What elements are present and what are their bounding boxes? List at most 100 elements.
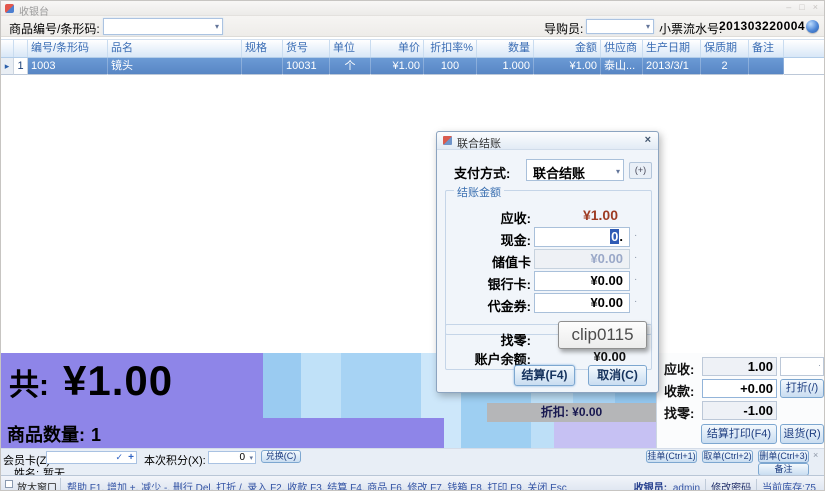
dropdown-icon[interactable]: ▾ [646,22,650,31]
discount-label: 折扣: [541,405,569,419]
header-spec[interactable]: 规格 [242,40,283,57]
bg-purple-strip [263,418,444,448]
header-rownum-col [14,40,28,57]
cell-supplier[interactable]: 泰山... [601,58,643,75]
cell-itemno[interactable]: 10031 [283,58,330,75]
barcode-label: 商品编号/条形码: [9,20,100,37]
header-price[interactable]: 单价 [371,40,424,57]
header-unit[interactable]: 单位 [330,40,371,57]
header-itemno[interactable]: 货号 [283,40,330,57]
check-icon[interactable]: ✓ [115,452,123,463]
cell-unit[interactable]: 个 [330,58,371,75]
receipt-label: 小票流水号: [659,20,722,37]
dropdown-icon[interactable]: ▾ [215,22,219,31]
header-name[interactable]: 品名 [108,40,242,57]
header-supplier[interactable]: 供应商 [601,40,643,57]
exchange-button[interactable]: 兑换(C) [261,450,301,463]
window-controls: – □ × [786,2,818,12]
cash-input[interactable]: 0. [534,227,630,247]
dialog-settle-button[interactable]: 结算(F4) [514,365,575,386]
cash-suffix-text: . [619,229,623,244]
cell-name[interactable]: 镜头 [108,58,242,75]
dialog-cancel-button[interactable]: 取消(C) [588,365,647,386]
cell-spec[interactable] [242,58,283,75]
cashier-label: 收银员: [634,483,667,491]
dropdown-dot-icon[interactable]: · [634,274,637,285]
dropdown-dot-icon[interactable]: · [634,230,637,241]
delete-order-button[interactable]: 删单(Ctrl+3) [758,450,809,463]
table-row[interactable]: ▸ 1 1003 镜头 10031 个 ¥1.00 100 1.000 ¥1.0… [1,58,825,75]
discount-button[interactable]: 打折(/) [780,379,824,398]
maximize-icon[interactable]: □ [799,2,804,12]
received-field[interactable]: +0.00 [702,379,777,398]
receivable-label: 应收: [664,359,694,378]
receivable-field[interactable]: 1.00 [702,357,777,376]
status-sphere-icon[interactable] [806,20,819,33]
tooltip-clip: clip0115 [558,321,647,349]
stored-card-label: 储值卡 [446,252,531,271]
dialog-close-icon[interactable]: × [645,134,651,146]
change-label: 找零: [664,403,694,422]
change-password-link[interactable]: 修改密码 [705,479,756,491]
header-marker-col [1,40,14,57]
cell-prod-date[interactable]: 2013/3/1 [643,58,701,75]
status-right-group: 收银员: admin 修改密码 当前库存:75 [629,479,821,491]
voucher-input[interactable]: ¥0.00 [534,293,630,313]
return-button[interactable]: 退货(R) [780,424,824,444]
zoom-window-checkbox[interactable] [5,480,13,488]
header-code[interactable]: 编号/条形码 [28,40,108,57]
bank-card-label: 银行卡: [446,274,531,293]
dropdown-icon[interactable]: ▾ [249,453,253,464]
dialog-title: 联合结账 [457,135,501,151]
row-number: 1 [14,58,28,75]
cell-price[interactable]: ¥1.00 [371,58,424,75]
retrieve-order-button[interactable]: 取单(Ctrl+2) [702,450,753,463]
cashier-segment: 收银员: admin [629,479,705,491]
cash-label: 现金: [446,230,531,249]
cell-discount-rate[interactable]: 100 [424,58,477,75]
hold-order-button[interactable]: 挂单(Ctrl+1) [646,450,697,463]
header-qty[interactable]: 数量 [477,40,534,57]
total-value: ¥1.00 [63,357,173,405]
header-remark[interactable]: 备注 [749,40,784,57]
dialog-title-bar[interactable]: 联合结账 × [437,132,658,150]
change-field[interactable]: -1.00 [702,401,777,420]
cell-code[interactable]: 1003 [28,58,108,75]
guide-select[interactable]: ▾ [586,19,654,34]
payment-summary-panel: 应收: 1.00 · 收款: +0.00 打折(/) 找零: -1.00 结算打… [656,353,825,448]
grid-header: 编号/条形码 品名 规格 货号 单位 单价 折扣率% 数量 金额 供应商 生产日… [1,39,825,58]
total-label: 共: [9,360,49,404]
panel-close-icon[interactable]: × [813,450,818,460]
bank-card-input[interactable]: ¥0.00 [534,271,630,291]
header-amount[interactable]: 金额 [534,40,601,57]
settle-amount-group: 结账金额 应收: ¥1.00 现金: 0. · 储值卡 ¥0.00 · 银行卡:… [445,190,652,335]
minimize-icon[interactable]: – [786,2,791,12]
side-combo[interactable]: · [780,357,824,376]
pay-method-value: 联合结账 [533,163,585,182]
balance-value: ¥0.00 [534,349,626,364]
pay-method-select[interactable]: 联合结账 ▾ [526,159,624,181]
hotkey-help: 帮助 F1, 增加 +, 减少 -, 删行 Del, 打折 /, 录入 F2, … [67,479,567,491]
dropdown-dot-icon[interactable]: · [634,296,637,307]
header-discount-rate[interactable]: 折扣率% [424,40,477,57]
settle-print-button[interactable]: 结算打印(F4) [701,424,777,444]
dropdown-icon[interactable]: ▾ [616,167,620,176]
barcode-input[interactable]: ▾ [103,18,223,35]
add-pay-method-button[interactable]: (+) [629,162,652,179]
cell-filler [784,58,825,75]
member-bar: 会员卡(Z): ✓ + 本次积分(X): 0 ▾ 兑换(C) 挂单(Ctrl+1… [1,448,824,475]
cell-qty[interactable]: 1.000 [477,58,534,75]
discount-strip: 折扣: ¥0.00 [487,403,656,422]
cell-amount[interactable]: ¥1.00 [534,58,601,75]
pay-method-label: 支付方式: [454,163,510,182]
points-input[interactable]: 0 ▾ [208,451,256,464]
cell-remark[interactable] [749,58,784,75]
header-prod-date[interactable]: 生产日期 [643,40,701,57]
close-icon[interactable]: × [813,2,818,12]
plus-icon[interactable]: + [128,452,134,463]
zoom-window-label: 放大窗口 [17,479,57,491]
cell-shelf-life[interactable]: 2 [701,58,749,75]
member-card-input[interactable]: ✓ + [46,451,137,464]
header-shelf-life[interactable]: 保质期 [701,40,749,57]
current-stock: 当前库存:75 [756,479,821,491]
